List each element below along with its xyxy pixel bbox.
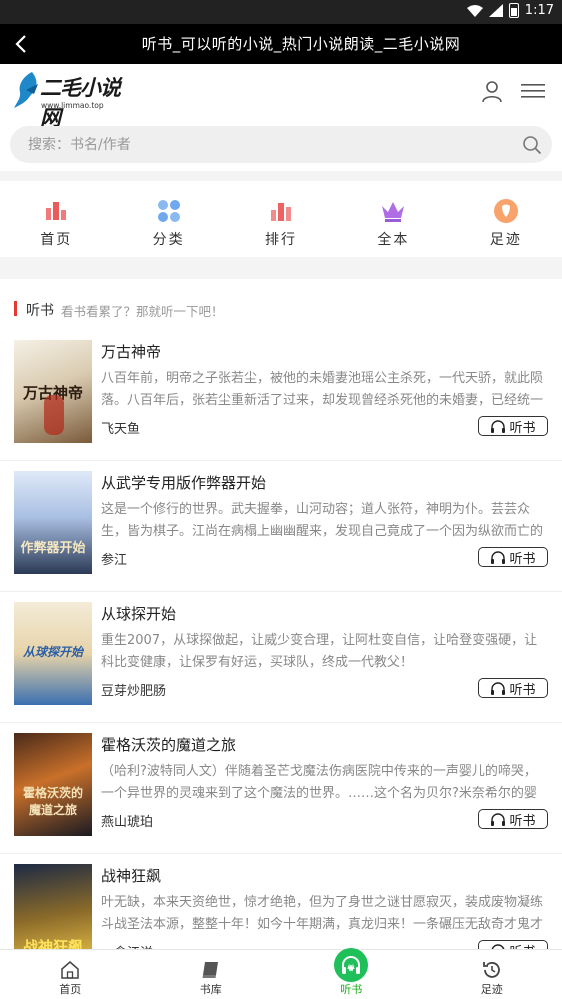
tab-label: 首页	[59, 983, 82, 996]
tab-label: 听书	[340, 983, 363, 996]
tab-active-circle	[334, 948, 369, 982]
book-description: （哈利?波特同人文）伴随着圣芒戈魔法伤病医院中传来的一声婴儿的啼哭，一个异世界的…	[101, 764, 537, 801]
bottom-tab-bar: 首页 书库 听书 足迹	[0, 948, 562, 999]
history-icon	[482, 962, 500, 978]
book-author: 参江	[101, 553, 128, 568]
book-list: 万古神帝 万古神帝 八百年前，明帝之子张若尘，被他的未婚妻池瑶公主杀死，一代天骄…	[0, 330, 562, 985]
book-author: 豆芽炒肥肠	[101, 684, 167, 699]
user-icon[interactable]	[480, 79, 504, 103]
book-item[interactable]: 万古神帝 万古神帝 八百年前，明帝之子张若尘，被他的未婚妻池瑶公主杀死，一代天骄…	[0, 330, 562, 461]
book-description: 重生2007，从球探做起，让威少变合理，让阿杜变自信，让哈登变强硬，让科比变健康…	[101, 633, 538, 670]
footprint-icon	[493, 199, 518, 223]
status-icons: 1:17	[466, 3, 554, 18]
listen-button[interactable]: 听书	[478, 678, 548, 698]
nav-item-complete[interactable]: 全本	[337, 181, 449, 257]
tab-listen[interactable]: 听书	[281, 948, 422, 999]
cover-title: 霍格沃茨的魔道之旅	[22, 786, 83, 817]
book-icon	[202, 962, 218, 978]
nav-label: 全本	[377, 232, 410, 248]
listen-button[interactable]: 听书	[478, 809, 548, 829]
nav-label: 首页	[40, 232, 73, 248]
nav-label: 分类	[152, 232, 185, 248]
site-header: 二毛小说网 www.limmao.top	[0, 64, 562, 130]
cover-art	[44, 395, 64, 435]
tab-home[interactable]: 首页	[0, 950, 141, 999]
chevron-left-icon	[15, 35, 26, 53]
crown-icon	[382, 202, 405, 222]
cover-title: 从球探开始	[22, 645, 83, 659]
title-bar: 听书_可以听的小说_热门小说朗读_二毛小说网	[0, 24, 562, 64]
nav-item-category[interactable]: 分类	[112, 181, 224, 257]
book-title[interactable]: 霍格沃茨的魔道之旅	[101, 734, 236, 755]
book-item[interactable]: 作弊器开始 从武学专用版作弊器开始 这是一个修行的世界。武夫握拳，山河动容；道人…	[0, 461, 562, 592]
listen-button[interactable]: 听书	[478, 547, 548, 567]
book-title[interactable]: 战神狂飙	[101, 865, 161, 886]
book-title[interactable]: 从球探开始	[101, 603, 176, 624]
tab-library[interactable]: 书库	[141, 950, 282, 999]
listen-label: 听书	[509, 682, 536, 698]
book-item[interactable]: 霍格沃茨的魔道之旅 霍格沃茨的魔道之旅 （哈利?波特同人文）伴随着圣芒戈魔法伤病…	[0, 723, 562, 854]
divider	[0, 171, 562, 181]
menu-icon[interactable]	[521, 82, 545, 100]
chart-red-icon	[46, 202, 67, 220]
book-cover[interactable]: 作弊器开始	[14, 471, 92, 574]
tab-label: 足迹	[480, 983, 503, 996]
section-title: 听书	[26, 303, 54, 319]
search-icon[interactable]	[522, 135, 542, 155]
logo-url: www.limmao.top	[41, 101, 104, 110]
headphones-icon	[491, 551, 506, 564]
battery-icon	[508, 3, 519, 18]
book-cover[interactable]: 万古神帝	[14, 340, 92, 443]
headphones-icon	[491, 420, 506, 433]
site-logo[interactable]: 二毛小说网 www.limmao.top	[14, 70, 136, 130]
nav-label: 排行	[265, 232, 298, 248]
search-bar	[10, 126, 552, 163]
listen-label: 听书	[509, 551, 536, 567]
section-subtitle: 看书看累了？那就听一下吧！	[61, 304, 224, 319]
book-item[interactable]: 从球探开始 从球探开始 重生2007，从球探做起，让威少变合理，让阿杜变自信，让…	[0, 592, 562, 723]
book-author: 燕山琥珀	[101, 815, 154, 830]
status-time: 1:17	[524, 3, 554, 18]
book-description: 八百年前，明帝之子张若尘，被他的未婚妻池瑶公主杀死，一代天骄，就此陨落。八百年后…	[101, 371, 544, 408]
divider	[0, 257, 562, 279]
tab-label: 书库	[199, 983, 222, 996]
grid-dots-icon	[157, 200, 180, 222]
nav-item-footprint[interactable]: 足迹	[450, 181, 562, 257]
book-author: 飞天鱼	[101, 422, 141, 437]
nav-label: 足迹	[489, 232, 522, 248]
headphones-icon	[491, 813, 506, 826]
nav-item-home[interactable]: 首页	[0, 181, 112, 257]
book-cover[interactable]: 从球探开始	[14, 602, 92, 705]
headphones-icon	[342, 956, 361, 974]
book-description: 叶无缺，本来天资绝世，惊才绝艳，但为了身世之谜甘愿寂灭，装成废物凝练斗战圣法本源…	[101, 895, 544, 932]
book-cover[interactable]: 霍格沃茨的魔道之旅	[14, 733, 92, 836]
back-button[interactable]	[8, 30, 34, 58]
signal-icon	[488, 4, 503, 17]
home-icon	[61, 961, 79, 979]
status-bar: 1:17	[0, 0, 562, 24]
tab-history[interactable]: 足迹	[422, 950, 562, 999]
book-description: 这是一个修行的世界。武夫握拳，山河动容；道人张符，神明为仆。芸芸众生，皆为棋子。…	[101, 502, 544, 539]
cover-title: 作弊器开始	[20, 541, 86, 556]
listen-label: 听书	[509, 813, 536, 829]
listen-label: 听书	[509, 420, 536, 436]
listen-button[interactable]: 听书	[478, 416, 548, 436]
wifi-icon	[466, 4, 483, 17]
book-title[interactable]: 从武学专用版作弊器开始	[101, 472, 266, 493]
book-title[interactable]: 万古神帝	[101, 341, 161, 362]
nav-grid: 首页 分类 排行 全本 足迹	[0, 181, 562, 257]
page-title: 听书_可以听的小说_热门小说朗读_二毛小说网	[141, 35, 461, 53]
search-input[interactable]	[28, 126, 508, 163]
section-accent-bar	[14, 301, 17, 316]
nav-item-rank[interactable]: 排行	[225, 181, 337, 257]
rank-bars-icon	[271, 203, 292, 221]
headphones-icon	[491, 682, 506, 695]
